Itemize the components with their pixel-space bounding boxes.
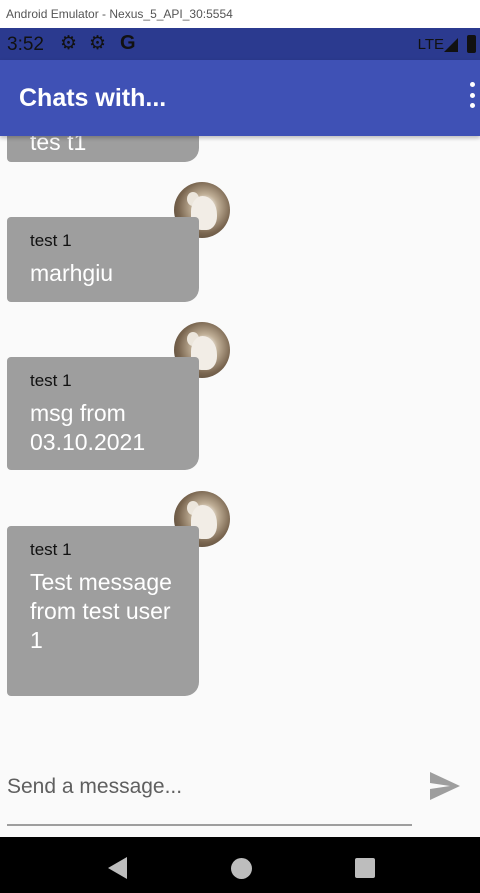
- google-g-icon: G: [120, 32, 136, 54]
- more-vert-icon[interactable]: [468, 82, 476, 108]
- message-composer: [0, 750, 480, 837]
- page-title: Chats with...: [19, 84, 167, 112]
- message-sender: test 1: [30, 540, 72, 559]
- emulator-window-title: Android Emulator - Nexus_5_API_30:5554: [0, 0, 480, 28]
- network-type: LTE: [417, 36, 444, 53]
- message-input[interactable]: [7, 772, 412, 802]
- status-bar: 3:52 ⚙ ⚙ G LTE: [0, 28, 480, 60]
- recents-icon[interactable]: [355, 858, 375, 878]
- gear-icon: ⚙: [89, 33, 107, 54]
- message-bubble: test 1 msg from 03.10.2021: [7, 357, 199, 470]
- message-list[interactable]: tes t1 test 1 marhgiu test 1 msg from 03…: [0, 136, 480, 750]
- message-sender: test 1: [30, 231, 72, 250]
- message-text: marhgiu: [30, 260, 114, 286]
- message-sender: test 1: [30, 371, 72, 390]
- message-bubble: tes t1: [7, 136, 199, 162]
- home-icon[interactable]: [231, 858, 252, 879]
- message-text: Test message from test user 1: [30, 569, 172, 653]
- message-text: tes t1: [30, 136, 87, 155]
- message-text: msg from 03.10.2021: [30, 400, 146, 455]
- app-bar: Chats with...: [0, 60, 480, 136]
- window-title-text: Android Emulator - Nexus_5_API_30:5554: [6, 7, 233, 21]
- status-time: 3:52: [7, 34, 44, 55]
- system-nav-bar: [0, 837, 480, 893]
- message-bubble: test 1 marhgiu: [7, 217, 199, 302]
- gear-icon: ⚙: [60, 33, 78, 54]
- battery-icon: [467, 35, 476, 53]
- input-underline: [7, 824, 412, 826]
- send-icon[interactable]: [428, 770, 462, 802]
- back-icon[interactable]: [108, 857, 127, 879]
- message-bubble: test 1 Test message from test user 1: [7, 526, 199, 696]
- signal-icon: [444, 38, 458, 52]
